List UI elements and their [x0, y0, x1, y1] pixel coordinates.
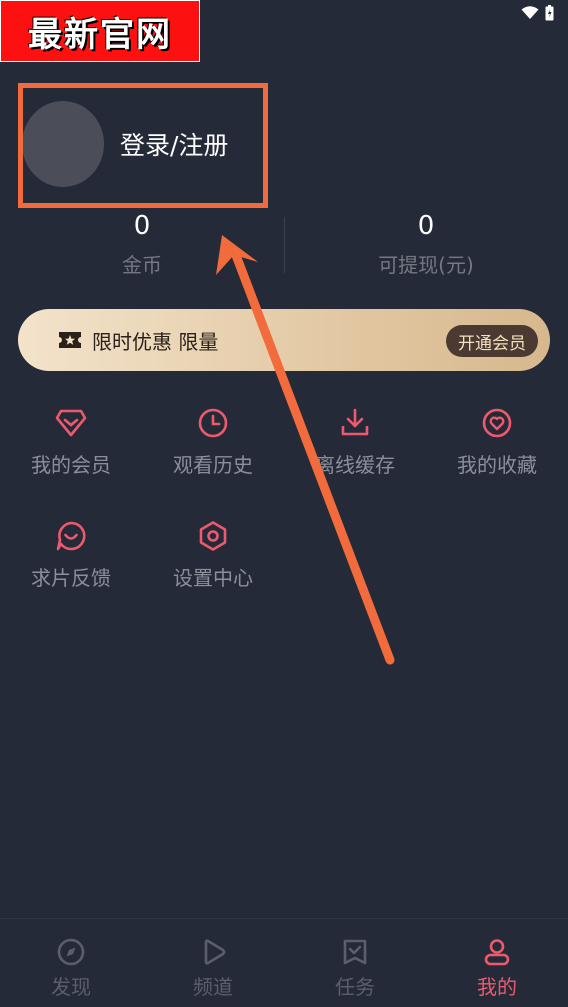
user-icon [482, 937, 512, 967]
hexagon-settings-icon [193, 516, 233, 556]
menu-label: 离线缓存 [315, 453, 395, 477]
stat-withdrawable[interactable]: 0 可提现(元) [284, 205, 568, 285]
battery-icon [545, 5, 554, 21]
stat-value: 0 [417, 211, 435, 241]
menu-item-settings-center[interactable]: 设置中心 [142, 508, 284, 608]
tab-label: 发现 [51, 975, 91, 999]
menu-item-my-membership[interactable]: 我的会员 [0, 395, 142, 495]
diamond-icon [51, 403, 91, 443]
tab-label: 频道 [193, 975, 233, 999]
stat-value: 0 [133, 211, 151, 241]
annotation-highlight-box [18, 83, 268, 208]
menu-item-request-feedback[interactable]: 求片反馈 [0, 508, 142, 608]
stats-row: 0 金币 0 可提现(元) [0, 205, 568, 285]
menu-item-my-favorites[interactable]: 我的收藏 [426, 395, 568, 495]
compass-icon [56, 937, 86, 967]
tab-channels[interactable]: 频道 [142, 919, 284, 1007]
open-vip-button[interactable]: 开通会员 [446, 325, 538, 357]
menu-label: 我的会员 [31, 453, 111, 477]
menu-item-offline-cache[interactable]: 离线缓存 [284, 395, 426, 495]
stat-label: 金币 [122, 253, 162, 277]
menu-label: 观看历史 [173, 453, 253, 477]
menu-item-watch-history[interactable]: 观看历史 [142, 395, 284, 495]
tab-label: 我的 [477, 975, 517, 999]
vip-promo-card[interactable]: 限时优惠 限量 开通会员 [18, 309, 550, 371]
chat-smile-icon [51, 516, 91, 556]
tab-label: 任务 [335, 975, 375, 999]
menu-label: 求片反馈 [31, 566, 111, 590]
menu-label: 我的收藏 [457, 453, 537, 477]
vip-promo-text: 限时优惠 限量 [92, 329, 219, 354]
tab-tasks[interactable]: 任务 [284, 919, 426, 1007]
clock-icon [193, 403, 233, 443]
tab-discover[interactable]: 发现 [0, 919, 142, 1007]
heart-icon [477, 403, 517, 443]
menu-label: 设置中心 [173, 566, 253, 590]
stat-label: 可提现(元) [378, 253, 474, 277]
tab-mine[interactable]: 我的 [426, 919, 568, 1007]
wifi-icon [521, 6, 539, 19]
divider [284, 217, 285, 273]
bottom-tab-bar: 发现 频道 任务 我的 [0, 918, 568, 1007]
task-icon [340, 937, 370, 967]
play-icon [198, 937, 228, 967]
stat-coins[interactable]: 0 金币 [0, 205, 284, 285]
watermark-banner: 最新官网 [0, 0, 200, 62]
ticket-star-icon [58, 330, 82, 350]
download-icon [335, 403, 375, 443]
watermark-text: 最新官网 [28, 14, 172, 55]
